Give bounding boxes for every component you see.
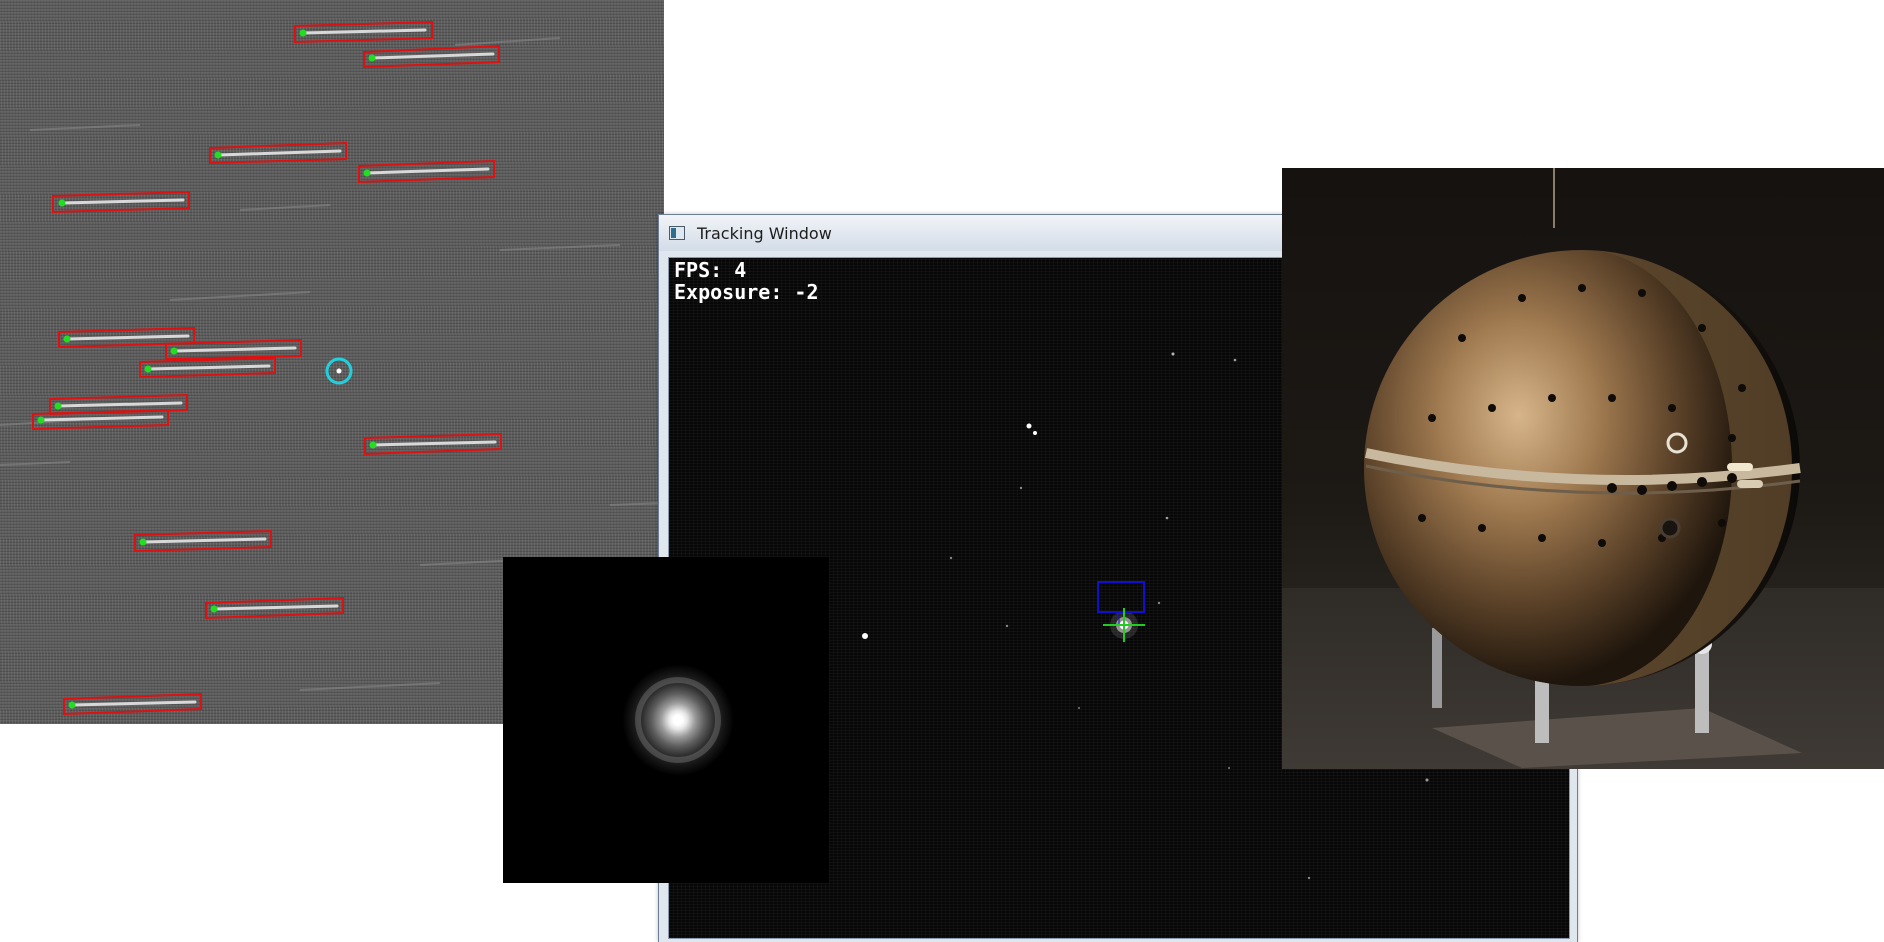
streak-start-dot xyxy=(210,605,218,613)
window-title: Tracking Window xyxy=(697,224,832,243)
psf-diffraction-ring xyxy=(635,677,721,763)
streak-start-dot xyxy=(363,169,371,177)
streak-start-dot xyxy=(170,347,178,355)
streak-start-dot xyxy=(58,199,66,207)
streak-start-dot xyxy=(139,538,147,546)
streak-start-dot xyxy=(63,335,71,343)
streak-start-dot xyxy=(299,29,307,37)
sphere-illustration xyxy=(1282,168,1884,769)
streak-start-dot xyxy=(68,701,76,709)
exposure-readout: Exposure: -2 xyxy=(674,280,819,304)
window-app-icon xyxy=(669,226,685,240)
streak-start-dot xyxy=(54,402,62,410)
streak-start-dot xyxy=(144,365,152,373)
fps-readout: FPS: 4 xyxy=(674,258,747,282)
tracking-box xyxy=(1097,581,1145,613)
streak-start-dot xyxy=(214,151,222,159)
streak-start-dot xyxy=(37,416,45,424)
streak-start-dot xyxy=(369,441,377,449)
sphere-photo xyxy=(1282,168,1884,769)
cyan-circle-icon xyxy=(325,357,353,385)
crosshair-icon xyxy=(1103,608,1145,642)
psf-star-image xyxy=(503,557,829,883)
streak-start-dot xyxy=(368,54,376,62)
